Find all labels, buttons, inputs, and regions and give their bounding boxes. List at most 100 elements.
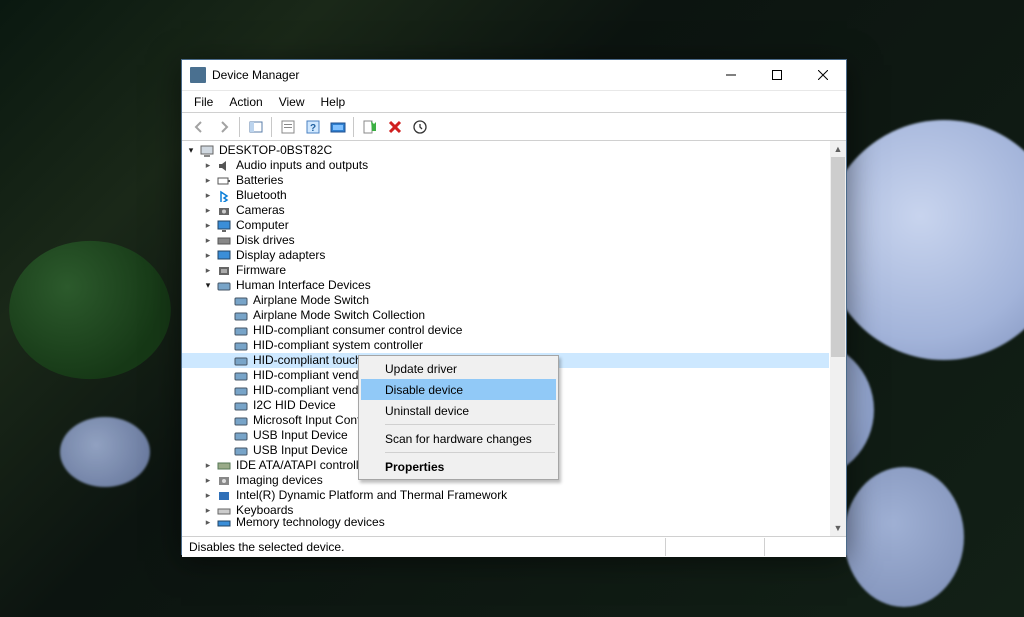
context-menu: Update driverDisable deviceUninstall dev… (358, 355, 559, 480)
scroll-thumb[interactable] (831, 157, 845, 357)
device-icon (216, 204, 232, 218)
bg-flower (824, 120, 1024, 360)
expand-icon[interactable]: ▸ (202, 235, 214, 247)
device-icon (216, 264, 232, 278)
device-icon (199, 144, 215, 158)
svg-text:?: ? (309, 123, 315, 134)
maximize-button[interactable] (754, 60, 800, 90)
tree-node[interactable]: ▸Audio inputs and outputs (182, 158, 830, 173)
spacer (219, 325, 231, 337)
context-menu-item[interactable]: Scan for hardware changes (361, 428, 556, 449)
device-icon (233, 444, 249, 458)
tree-node[interactable]: ▸ Computer (182, 218, 830, 233)
tree-node[interactable]: ▸Memory technology devices (182, 518, 830, 527)
expand-icon[interactable]: ▸ (202, 475, 214, 487)
bg-flower (844, 467, 964, 607)
back-button[interactable] (186, 115, 211, 139)
spacer (219, 400, 231, 412)
enable-button[interactable] (357, 115, 382, 139)
device-icon (216, 249, 232, 263)
tree-node[interactable]: ▸Cameras (182, 203, 830, 218)
spacer (219, 385, 231, 397)
device-icon (216, 474, 232, 488)
device-label: Human Interface Devices (236, 278, 371, 293)
device-label: Disk drives (236, 233, 295, 248)
expand-icon[interactable]: ▸ (202, 490, 214, 502)
device-icon (233, 414, 249, 428)
menu-file[interactable]: File (186, 93, 221, 111)
device-icon (216, 516, 232, 530)
expand-icon[interactable]: ▸ (202, 220, 214, 232)
expand-icon[interactable]: ▸ (202, 190, 214, 202)
menu-action[interactable]: Action (221, 93, 270, 111)
update-driver-button[interactable] (407, 115, 432, 139)
tree-node[interactable]: ▾DESKTOP-0BST82C (182, 143, 830, 158)
tree-node[interactable]: ▸Batteries (182, 173, 830, 188)
device-manager-window: Device Manager FileActionViewHelp ? ▾DES… (181, 59, 847, 555)
tree-node[interactable]: ▸Bluetooth (182, 188, 830, 203)
tree-node[interactable]: ▸Display adapters (182, 248, 830, 263)
device-icon (216, 189, 232, 203)
context-menu-item[interactable]: Uninstall device (361, 400, 556, 421)
expand-icon[interactable]: ▾ (185, 145, 197, 157)
scan-hardware-button[interactable] (325, 115, 350, 139)
tree-node[interactable]: HID-compliant system controller (182, 338, 830, 353)
expand-icon[interactable]: ▸ (202, 160, 214, 172)
tree-node[interactable]: ▸Firmware (182, 263, 830, 278)
status-cell (666, 538, 765, 556)
spacer (219, 310, 231, 322)
scroll-down-icon[interactable]: ▼ (830, 520, 846, 536)
menu-separator (385, 424, 555, 425)
bg-leaf (0, 222, 185, 399)
close-button[interactable] (800, 60, 846, 90)
device-icon (233, 324, 249, 338)
help-button[interactable]: ? (300, 115, 325, 139)
statusbar: Disables the selected device. (182, 536, 846, 557)
device-icon (233, 369, 249, 383)
scrollbar[interactable]: ▲ ▼ (829, 141, 846, 536)
expand-icon[interactable]: ▾ (202, 280, 214, 292)
context-menu-item[interactable]: Properties (361, 456, 556, 477)
device-icon (233, 354, 249, 368)
minimize-button[interactable] (708, 60, 754, 90)
tree-node[interactable]: ▸Intel(R) Dynamic Platform and Thermal F… (182, 488, 830, 503)
context-menu-item[interactable]: Disable device (361, 379, 556, 400)
device-label: HID-compliant system controller (253, 338, 423, 353)
device-icon (216, 219, 232, 233)
tree-node[interactable]: ▾ Human Interface Devices (182, 278, 830, 293)
menu-separator (385, 452, 555, 453)
expand-icon[interactable]: ▸ (202, 517, 214, 529)
tree-node[interactable]: ▸ Disk drives (182, 233, 830, 248)
menu-help[interactable]: Help (313, 93, 354, 111)
scroll-up-icon[interactable]: ▲ (830, 141, 846, 157)
device-icon (233, 294, 249, 308)
expand-icon[interactable]: ▸ (202, 250, 214, 262)
context-menu-item[interactable]: Update driver (361, 358, 556, 379)
spacer (219, 355, 231, 367)
expand-icon[interactable]: ▸ (202, 205, 214, 217)
device-label: HID-compliant vendor- (253, 383, 373, 398)
device-icon (233, 399, 249, 413)
device-label: Imaging devices (236, 473, 323, 488)
show-tree-button[interactable] (243, 115, 268, 139)
expand-icon[interactable]: ▸ (202, 505, 214, 517)
properties-button[interactable] (275, 115, 300, 139)
titlebar[interactable]: Device Manager (182, 60, 846, 91)
expand-icon[interactable]: ▸ (202, 265, 214, 277)
expand-icon[interactable]: ▸ (202, 460, 214, 472)
device-icon (233, 384, 249, 398)
window-title: Device Manager (212, 68, 299, 82)
uninstall-button[interactable] (382, 115, 407, 139)
device-label: Computer (236, 218, 289, 233)
tree-node[interactable]: HID-compliant consumer control device (182, 323, 830, 338)
device-label: HID-compliant vendor- (253, 368, 373, 383)
expand-icon[interactable]: ▸ (202, 175, 214, 187)
device-label: Airplane Mode Switch Collection (253, 308, 425, 323)
menu-view[interactable]: View (271, 93, 313, 111)
device-label: HID-compliant consumer control device (253, 323, 462, 338)
forward-button[interactable] (211, 115, 236, 139)
tree-node[interactable]: Airplane Mode Switch Collection (182, 308, 830, 323)
tree-node[interactable]: Airplane Mode Switch (182, 293, 830, 308)
bg-flower (60, 417, 150, 487)
device-icon (216, 234, 232, 248)
